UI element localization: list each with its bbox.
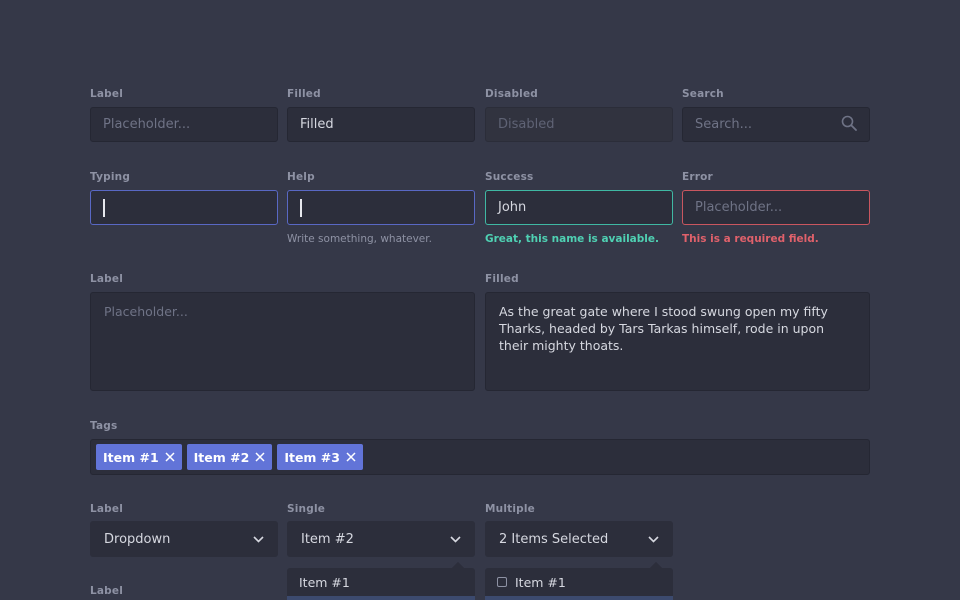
success-hint: Great, this name is available.: [485, 233, 659, 245]
filled-input[interactable]: Filled: [287, 107, 475, 142]
menu-option[interactable]: Item #1: [485, 568, 673, 596]
label-input-placeholder: Placeholder...: [103, 117, 191, 132]
menu-option-label: Item #1: [515, 574, 566, 590]
textarea-label: Label: [90, 273, 124, 285]
multiple-select-label: Multiple: [485, 503, 535, 515]
single-select[interactable]: Item #2: [287, 521, 475, 557]
help-input[interactable]: [287, 190, 475, 225]
success-field-label: Success: [485, 171, 534, 183]
success-input[interactable]: John: [485, 190, 673, 225]
single-select-label: Single: [287, 503, 326, 515]
help-hint: Write something, whatever.: [287, 233, 432, 245]
menu-option-label: Item #1: [299, 574, 350, 590]
tag-item: Item #1: [96, 444, 182, 470]
tags-label: Tags: [90, 420, 118, 432]
dropdown-select[interactable]: Dropdown: [90, 521, 278, 557]
filled-textarea[interactable]: As the great gate where I stood swung op…: [485, 292, 870, 391]
text-caret: [103, 198, 105, 217]
single-select-value: Item #2: [301, 531, 354, 547]
error-input-placeholder: Placeholder...: [695, 200, 783, 215]
filled-textarea-value: As the great gate where I stood swung op…: [499, 304, 828, 353]
textarea-placeholder: Placeholder...: [104, 304, 188, 319]
tag-item: Item #3: [277, 444, 363, 470]
filled-field-label: Filled: [287, 88, 321, 100]
error-hint: This is a required field.: [682, 233, 819, 245]
checkbox[interactable]: [497, 577, 507, 587]
success-input-value: John: [498, 200, 527, 215]
dropdown-value: Dropdown: [104, 531, 171, 547]
disabled-input: Disabled: [485, 107, 673, 142]
tag-label: Item #2: [193, 449, 250, 465]
error-field-label: Error: [682, 171, 713, 183]
menu-option[interactable]: Item #1: [287, 568, 475, 596]
chevron-down-icon: [648, 532, 659, 547]
close-icon[interactable]: [165, 452, 175, 462]
tags-input[interactable]: Item #1 Item #2 Item #3: [90, 439, 870, 475]
text-caret: [300, 198, 302, 217]
tag-label: Item #1: [103, 449, 159, 465]
typing-field-label: Typing: [90, 171, 131, 183]
tag-item: Item #2: [186, 444, 273, 470]
close-icon[interactable]: [346, 452, 356, 462]
disabled-input-value: Disabled: [498, 117, 555, 132]
bottom-label: Label: [90, 585, 124, 597]
empty-textarea[interactable]: Placeholder...: [90, 292, 475, 391]
chevron-down-icon: [450, 532, 461, 547]
filled-input-value: Filled: [300, 117, 334, 132]
multiple-select-menu: Item #1: [485, 568, 673, 600]
search-input[interactable]: Search...: [682, 107, 870, 142]
filled-textarea-label: Filled: [485, 273, 519, 285]
dropdown-label: Label: [90, 503, 124, 515]
error-input[interactable]: Placeholder...: [682, 190, 870, 225]
help-field-label: Help: [287, 171, 315, 183]
tag-label: Item #3: [284, 449, 340, 465]
disabled-field-label: Disabled: [485, 88, 539, 100]
label-field-label: Label: [90, 88, 124, 100]
search-icon[interactable]: [841, 115, 857, 135]
search-field-label: Search: [682, 88, 724, 100]
typing-input[interactable]: [90, 190, 278, 225]
selected-option-highlight: [485, 596, 673, 600]
label-input[interactable]: Placeholder...: [90, 107, 278, 142]
chevron-down-icon: [253, 532, 264, 547]
search-input-placeholder: Search...: [695, 117, 753, 132]
single-select-menu: Item #1: [287, 568, 475, 600]
multiple-select-value: 2 Items Selected: [499, 531, 609, 547]
selected-option-highlight: [287, 596, 475, 600]
close-icon[interactable]: [255, 452, 265, 462]
multiple-select[interactable]: 2 Items Selected: [485, 521, 673, 557]
